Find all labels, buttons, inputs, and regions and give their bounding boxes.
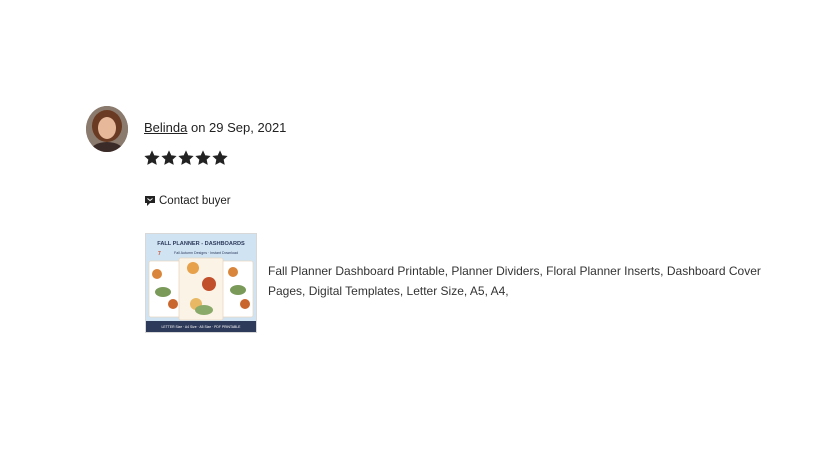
reviewer-avatar[interactable] — [86, 106, 128, 152]
reviewer-name-link[interactable]: Belinda — [144, 120, 187, 135]
contact-buyer-button[interactable]: Contact buyer — [144, 195, 231, 207]
star-rating — [144, 150, 228, 166]
listing-thumbnail[interactable]: FALL PLANNER - DASHBOARDS 7 Fall Autumn … — [145, 233, 257, 333]
review-date: on 29 Sep, 2021 — [187, 120, 287, 135]
star-icon — [144, 150, 160, 166]
review-byline: Belinda on 29 Sep, 2021 — [144, 120, 286, 135]
thumbnail-count: 7 — [158, 251, 161, 257]
speech-bubble-icon — [144, 195, 156, 207]
star-icon — [161, 150, 177, 166]
thumbnail-subheading: Fall Autumn Designs · Instant Download — [174, 251, 238, 255]
star-icon — [195, 150, 211, 166]
thumbnail-heading: FALL PLANNER - DASHBOARDS — [157, 241, 245, 247]
listing-title-link[interactable]: Fall Planner Dashboard Printable, Planne… — [268, 261, 798, 301]
contact-buyer-label: Contact buyer — [159, 195, 231, 207]
star-icon — [178, 150, 194, 166]
thumbnail-footer: LETTER Size · A4 Size · A5 Size · PDF PR… — [162, 325, 242, 329]
star-icon — [212, 150, 228, 166]
